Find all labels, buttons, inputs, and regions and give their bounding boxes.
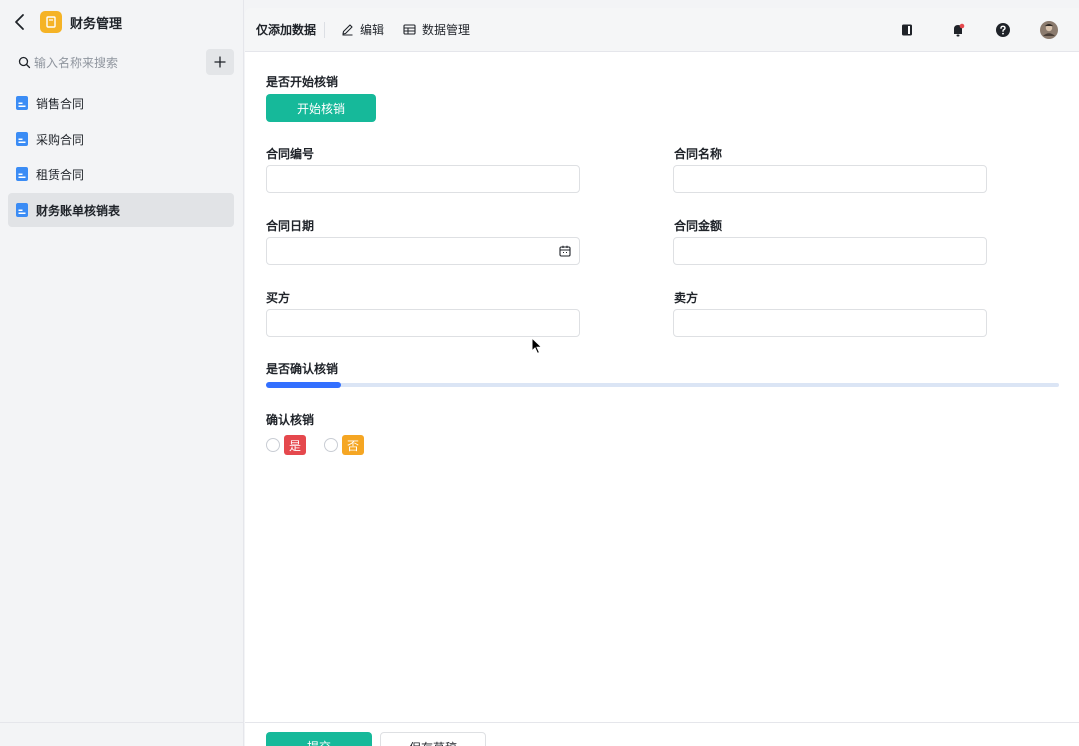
submit-button[interactable]: 提交 [266, 732, 372, 746]
pencil-icon [342, 24, 353, 36]
document-icon [16, 96, 28, 110]
sidebar-header: 财务管理 [0, 0, 244, 44]
seller-field[interactable] [673, 309, 987, 337]
buyer-label: 买方 [266, 291, 291, 305]
plus-icon [214, 56, 226, 68]
radio-option-yes[interactable]: 是 [266, 435, 306, 455]
edit-label: 编辑 [360, 23, 385, 37]
bell-icon[interactable] [948, 20, 968, 40]
add-button[interactable] [206, 49, 234, 75]
sidebar: 财务管理 销售合同 采购合同 租赁合同 [0, 0, 244, 746]
radio-button[interactable] [324, 438, 338, 452]
help-icon[interactable] [993, 20, 1013, 40]
sidebar-item-lease-contract[interactable]: 租赁合同 [8, 157, 234, 191]
search-input[interactable] [34, 52, 194, 74]
contract-amount-label: 合同金额 [674, 219, 723, 233]
buyer-field[interactable] [266, 309, 580, 337]
sidebar-item-label: 采购合同 [36, 132, 85, 147]
confirm-radio-group: 是 否 [266, 435, 382, 455]
option-tag-yes: 是 [284, 435, 306, 455]
document-icon [16, 167, 28, 181]
book-icon[interactable] [897, 20, 917, 40]
seller-label: 卖方 [674, 291, 699, 305]
sidebar-nav: 销售合同 采购合同 租赁合同 财务账单核销表 [8, 86, 234, 228]
sidebar-item-sales-contract[interactable]: 销售合同 [8, 86, 234, 120]
mouse-cursor-icon [531, 336, 543, 355]
search-icon [18, 56, 31, 69]
confirm-label: 确认核销 [266, 413, 315, 427]
contract-name-label: 合同名称 [674, 147, 723, 161]
app-title: 财务管理 [70, 17, 123, 32]
sidebar-item-label: 财务账单核销表 [36, 203, 121, 218]
radio-option-no[interactable]: 否 [324, 435, 364, 455]
sidebar-item-purchase-contract[interactable]: 采购合同 [8, 122, 234, 156]
home-icon[interactable] [18, 740, 28, 746]
option-tag-no: 否 [342, 435, 364, 455]
contract-amount-field[interactable] [673, 237, 987, 265]
sidebar-item-label: 租赁合同 [36, 168, 85, 182]
sidebar-item-label: 销售合同 [36, 97, 85, 111]
confirm-progress-bar [266, 382, 1059, 388]
document-icon [16, 202, 28, 217]
data-management-button[interactable]: 数据管理 [403, 21, 470, 38]
avatar[interactable] [1039, 20, 1059, 40]
contract-date-field[interactable] [266, 237, 580, 265]
start-label: 是否开始核销 [266, 75, 339, 89]
data-management-label: 数据管理 [422, 23, 471, 37]
contract-no-field[interactable] [266, 165, 580, 193]
edit-button[interactable]: 编辑 [341, 21, 384, 38]
toolbar: 仅添加数据 编辑 数据管理 [245, 8, 1079, 52]
save-draft-button[interactable]: 保存草稿 [380, 732, 486, 746]
app-logo-icon [40, 11, 62, 33]
form-footer: 提交 保存草稿 [245, 722, 1079, 746]
calendar-icon[interactable] [559, 245, 571, 257]
sidebar-item-finance-bill[interactable]: 财务账单核销表 [8, 192, 234, 227]
start-writeoff-button[interactable]: 开始核销 [266, 94, 376, 122]
contract-date-label: 合同日期 [266, 219, 315, 233]
document-icon [16, 131, 28, 146]
toolbar-divider [324, 22, 325, 38]
back-icon[interactable] [12, 12, 30, 32]
radio-button[interactable] [266, 438, 280, 452]
confirm-progress-label: 是否确认核销 [266, 362, 339, 376]
sidebar-divider [0, 722, 244, 723]
toolbar-title: 仅添加数据 [256, 23, 317, 37]
search-bar [12, 48, 236, 78]
table-icon [403, 24, 416, 35]
progress-fill [266, 382, 341, 388]
contract-no-label: 合同编号 [266, 147, 315, 161]
form-area: 是否开始核销 开始核销 合同编号 合同名称 合同日期 合同金额 买方 卖方 是否… [245, 52, 1079, 722]
contract-name-field[interactable] [673, 165, 987, 193]
